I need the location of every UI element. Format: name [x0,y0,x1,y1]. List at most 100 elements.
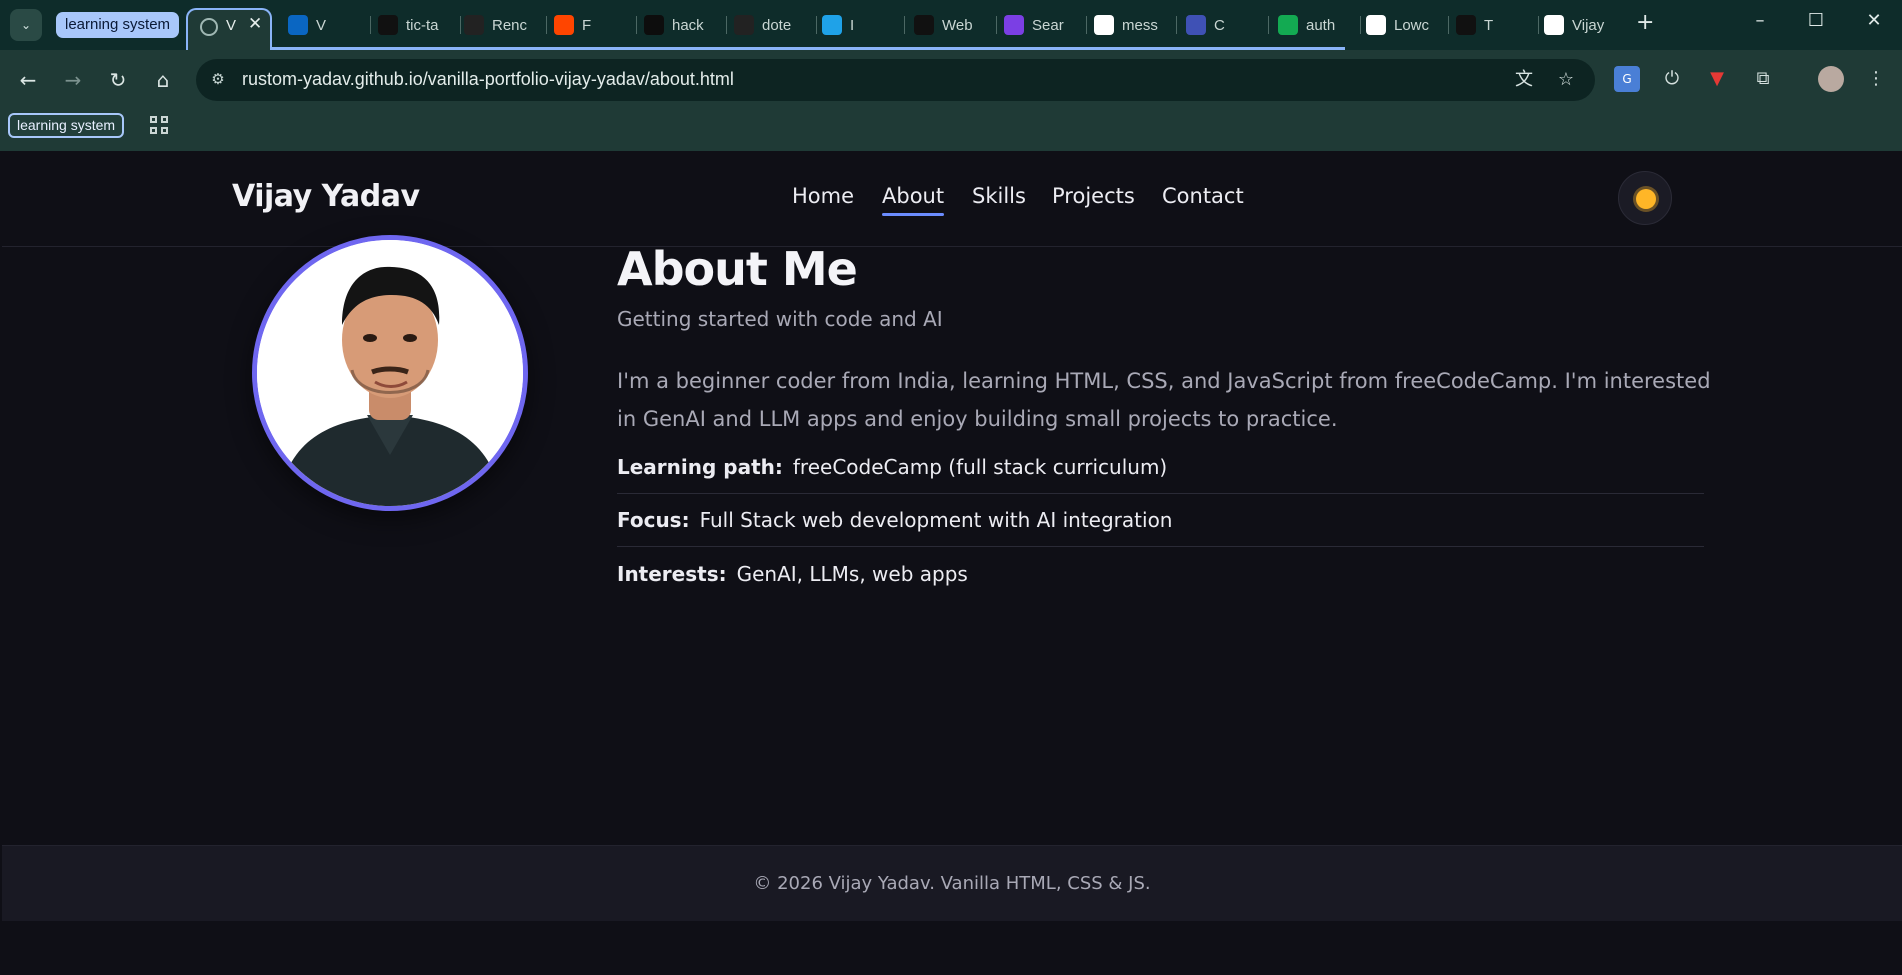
browser-tab[interactable]: Vijay [1544,10,1620,40]
r-icon [1544,15,1564,35]
bookmark-group-chip[interactable]: learning system [8,113,125,138]
site-footer: © 2026 Vijay Yadav. Vanilla HTML, CSS & … [2,845,1902,921]
reload-icon: ↻ [109,68,127,92]
address-bar[interactable]: ⚙ rustom-yadav.github.io/vanilla-portfol… [196,59,1595,101]
tab-separator [636,16,637,34]
close-tab-icon[interactable]: ✕ [248,14,262,34]
page-title: About Me [617,242,858,296]
browser-tab-title: auth [1306,16,1336,34]
minimize-button[interactable]: – [1748,10,1772,31]
close-window-button[interactable]: ✕ [1862,10,1886,31]
browser-tab-title: Lowc [1394,16,1430,34]
browser-chrome: ⌄ learning system V ✕ Vtic-ta Renc Fhack do… [0,0,1902,151]
fact-row: Interests: GenAI, LLMs, web apps [617,547,1704,600]
mongodb-leaf-icon [1278,15,1298,35]
arrow-right-icon: → [64,68,82,92]
browser-tab-title: T [1484,16,1494,34]
tab-strip: ⌄ learning system V ✕ Vtic-ta Renc Fhack do… [0,0,1902,50]
info-icon [1094,15,1114,35]
plus-icon: + [1636,10,1655,35]
facts-list: Learning path: freeCodeCamp (full stack … [617,441,1704,600]
browser-tab[interactable]: tic-ta [378,10,454,40]
fact-row: Focus: Full Stack web development with A… [617,494,1704,547]
nav-home[interactable]: Home [792,184,854,208]
browser-tab-title: I [850,16,855,34]
tab-separator [1448,16,1449,34]
nav-skills[interactable]: Skills [972,184,1026,208]
tab-separator [1086,16,1087,34]
tab-separator [370,16,371,34]
browser-tab[interactable]: C [1186,10,1262,40]
search-app-icon [1004,15,1024,35]
tab-separator [996,16,997,34]
browser-tab[interactable]: I [822,10,898,40]
tab-separator [816,16,817,34]
extensions-puzzle-icon[interactable]: ⧉ [1750,66,1776,92]
profile-avatar[interactable] [1818,66,1844,92]
triangle-icon [378,15,398,35]
tab-separator [1268,16,1269,34]
site-header: Vijay Yadav Home About Skills Projects C… [2,151,1902,247]
active-tab-title: V [226,17,237,34]
tab-separator [1538,16,1539,34]
browser-tab-title: F [582,16,592,34]
translate-icon[interactable]: 文 [1513,69,1535,91]
browser-tab[interactable]: mess [1094,10,1170,40]
nav-projects[interactable]: Projects [1052,184,1135,208]
active-tab[interactable]: V ✕ [186,8,272,50]
browser-tab-title: dote [762,16,792,34]
home-icon: ⌂ [156,68,170,92]
pin-extension-icon[interactable]: ▼ [1704,66,1730,92]
browser-tab[interactable]: Renc [464,10,540,40]
back-button[interactable]: ← [14,66,42,94]
openai-icon [1366,15,1386,35]
google-translate-extension-icon[interactable]: G [1614,66,1640,92]
tab-separator [1360,16,1361,34]
dotenv-icon [734,15,754,35]
profile-photo [252,235,528,511]
nav-contact[interactable]: Contact [1162,184,1244,208]
browser-tab[interactable]: auth [1278,10,1354,40]
tab-separator [904,16,905,34]
browser-tab[interactable]: Lowc [1366,10,1442,40]
render-icon [464,15,484,35]
power-extension-icon[interactable]: ⏻ [1659,66,1685,92]
footer-text: © 2026 Vijay Yadav. Vanilla HTML, CSS & … [753,873,1151,894]
browser-tab-title: C [1214,16,1225,34]
browser-tab[interactable]: V [288,10,364,40]
url-text[interactable]: rustom-yadav.github.io/vanilla-portfolio… [242,69,734,90]
nav-about[interactable]: About [882,184,945,216]
site-brand[interactable]: Vijay Yadav [232,179,420,214]
forward-button[interactable]: → [59,66,87,94]
browser-tab[interactable]: F [554,10,630,40]
browser-tab[interactable]: Sear [1004,10,1080,40]
arrow-left-icon: ← [19,68,37,92]
browser-tab[interactable]: Web [914,10,990,40]
maximize-button[interactable]: ☐ [1804,10,1828,31]
browser-tab[interactable]: T [1456,10,1532,40]
browser-tab[interactable]: dote [734,10,810,40]
site-info-icon[interactable]: ⚙ [208,70,228,90]
tab-group-chip[interactable]: learning system [56,12,180,38]
browser-tab-title: Renc [492,16,528,34]
globe-icon [200,18,218,36]
tab-search-button[interactable]: ⌄ [10,9,42,41]
page-subtitle: Getting started with code and AI [617,307,943,331]
person-portrait-image [257,240,523,506]
tab-separator [1176,16,1177,34]
browser-tab[interactable]: hack [644,10,720,40]
new-tab-button[interactable]: + [1636,10,1654,35]
reload-button[interactable]: ↻ [104,66,132,94]
react-icon [1456,15,1476,35]
apps-grid-icon[interactable] [150,116,170,136]
theme-toggle-button[interactable] [1618,171,1672,225]
home-button[interactable]: ⌂ [149,66,177,94]
menu-kebab-icon[interactable]: ⋮ [1863,66,1889,92]
fact-label: Learning path: [617,455,783,479]
mk-icon [914,15,934,35]
browser-tab-title: Vijay [1572,16,1605,34]
linkedin-icon [288,15,308,35]
browser-tab-title: V [316,16,327,34]
bookmarks-bar [0,108,1902,151]
bookmark-star-icon[interactable]: ☆ [1555,69,1577,91]
